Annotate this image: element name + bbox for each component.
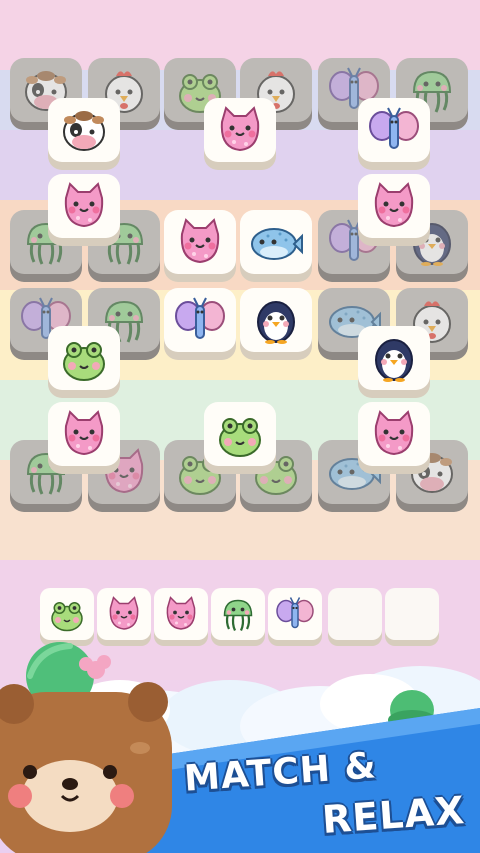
tile[interactable] <box>358 174 430 246</box>
tile[interactable] <box>240 210 312 282</box>
pink-cat-icon <box>180 218 220 264</box>
penguin-icon <box>257 301 295 344</box>
cow-icon <box>63 111 105 151</box>
tray-slot <box>268 588 322 646</box>
tile[interactable] <box>164 288 236 360</box>
penguin-icon <box>375 339 413 382</box>
butterfly-icon <box>369 107 419 149</box>
tray-slot <box>211 588 265 646</box>
butterfly-icon <box>276 597 314 629</box>
tile[interactable] <box>204 402 276 474</box>
tile[interactable] <box>240 288 312 360</box>
frog-icon <box>51 602 83 632</box>
tray-slot-empty <box>328 588 382 646</box>
jellyfish-icon <box>223 599 253 632</box>
butterfly-icon <box>175 297 225 339</box>
tile[interactable] <box>358 326 430 398</box>
tile[interactable] <box>48 98 120 170</box>
pink-cat-icon <box>220 106 260 152</box>
pink-cat-icon <box>374 410 414 456</box>
tile[interactable] <box>164 210 236 282</box>
tile[interactable] <box>48 402 120 474</box>
tile[interactable] <box>204 98 276 170</box>
pink-cat-icon <box>166 596 196 630</box>
tile[interactable] <box>358 98 430 170</box>
tile[interactable] <box>48 326 120 398</box>
pink-cat-icon <box>109 596 139 630</box>
whale-icon <box>251 228 303 260</box>
pink-cat-icon <box>374 182 414 228</box>
tile[interactable] <box>358 402 430 474</box>
bear-mascot-icon <box>0 642 172 853</box>
tray-slot-empty <box>385 588 439 646</box>
frog-icon <box>63 342 105 381</box>
pink-cat-icon <box>64 410 104 456</box>
pink-cat-icon <box>64 182 104 228</box>
frog-icon <box>219 418 261 457</box>
tile[interactable] <box>48 174 120 246</box>
